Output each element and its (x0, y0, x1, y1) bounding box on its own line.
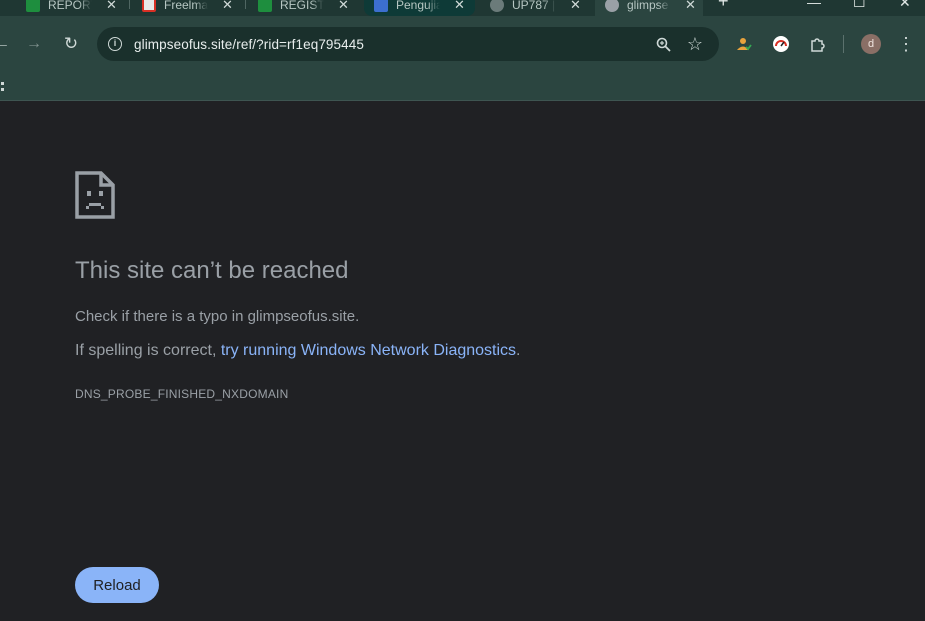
error-heading: This site can’t be reached (75, 257, 349, 284)
tab-title: Freelmai (164, 0, 208, 12)
tab-title: Pengujia (396, 0, 440, 12)
zoom-icon[interactable] (654, 34, 672, 54)
error-code: DNS_PROBE_FINISHED_NXDOMAIN (75, 387, 289, 401)
new-tab-button[interactable]: + (718, 0, 729, 12)
tab-separator (245, 0, 246, 9)
sheets-favicon-icon (258, 0, 272, 12)
reload-button[interactable]: ↻ (62, 34, 80, 54)
forward-button[interactable]: → (26, 34, 42, 54)
tab-separator (129, 0, 130, 9)
tab-glimpse-active[interactable]: glimpse ✕ (595, 0, 703, 16)
error-page: This site can’t be reached Check if ther… (0, 102, 925, 621)
diagnostics-prefix: If spelling is correct, (75, 342, 221, 359)
globe-favicon-icon (605, 0, 619, 12)
tab-pengujia[interactable]: Pengujia ✕ (364, 0, 475, 16)
menu-kebab-icon[interactable]: ⋮ (897, 34, 915, 54)
close-window-button[interactable]: ✕ (899, 0, 911, 11)
profile-avatar[interactable]: d (861, 34, 881, 54)
back-button[interactable]: ← (0, 34, 10, 54)
tab-freelmai[interactable]: Freelmai ✕ (142, 0, 233, 16)
tab-report[interactable]: REPORT ✕ (26, 0, 117, 16)
tab-close-icon[interactable]: ✕ (106, 0, 117, 13)
tab-strip: REPORT ✕ Freelmai ✕ REGISTA ✕ Pengujia ✕… (0, 0, 925, 16)
tab-close-icon[interactable]: ✕ (222, 0, 233, 13)
maximize-button[interactable]: ☐ (853, 0, 866, 11)
tab-title: REPORT (48, 0, 92, 12)
tab-close-icon[interactable]: ✕ (570, 0, 581, 13)
typo-hint: Check if there is a typo in glimpseofus.… (75, 308, 360, 325)
tab-title: UP787 | (512, 0, 556, 12)
diagnostics-suffix: . (516, 342, 521, 359)
bookmarks-bar (0, 72, 925, 101)
apps-grid-icon[interactable] (0, 80, 4, 92)
diagnostics-hint: If spelling is correct, try running Wind… (75, 342, 521, 360)
tab-close-icon[interactable]: ✕ (338, 0, 349, 13)
extensions-puzzle-icon[interactable] (808, 34, 828, 54)
bookmark-star-icon[interactable]: ☆ (685, 33, 705, 55)
up-favicon-icon (490, 0, 504, 12)
tab-title: glimpse (627, 0, 669, 12)
sheets-favicon-icon (26, 0, 40, 12)
network-diagnostics-link[interactable]: try running Windows Network Diagnostics (221, 342, 516, 359)
extension-person-icon[interactable] (735, 34, 753, 54)
address-bar[interactable]: i glimpseofus.site/ref/?rid=rf1eq795445 (97, 27, 719, 61)
minimize-button[interactable]: — (807, 0, 821, 10)
tab-close-icon[interactable]: ✕ (454, 0, 465, 13)
tab-title: REGISTA (280, 0, 324, 12)
tab-regista[interactable]: REGISTA ✕ (258, 0, 349, 16)
sad-document-icon (75, 171, 115, 219)
extension-speed-icon[interactable] (771, 34, 791, 54)
toolbar-divider (843, 35, 844, 53)
tab-up787[interactable]: UP787 | ✕ (490, 0, 581, 16)
url-text[interactable]: glimpseofus.site/ref/?rid=rf1eq795445 (134, 37, 364, 52)
browser-toolbar: ← → ↻ i glimpseofus.site/ref/?rid=rf1eq7… (0, 16, 925, 72)
form-favicon-icon (374, 0, 388, 12)
tab-close-icon[interactable]: ✕ (685, 0, 696, 13)
site-info-icon[interactable]: i (108, 37, 122, 51)
reload-button-main[interactable]: Reload (75, 567, 159, 603)
freelmai-favicon-icon (142, 0, 156, 12)
